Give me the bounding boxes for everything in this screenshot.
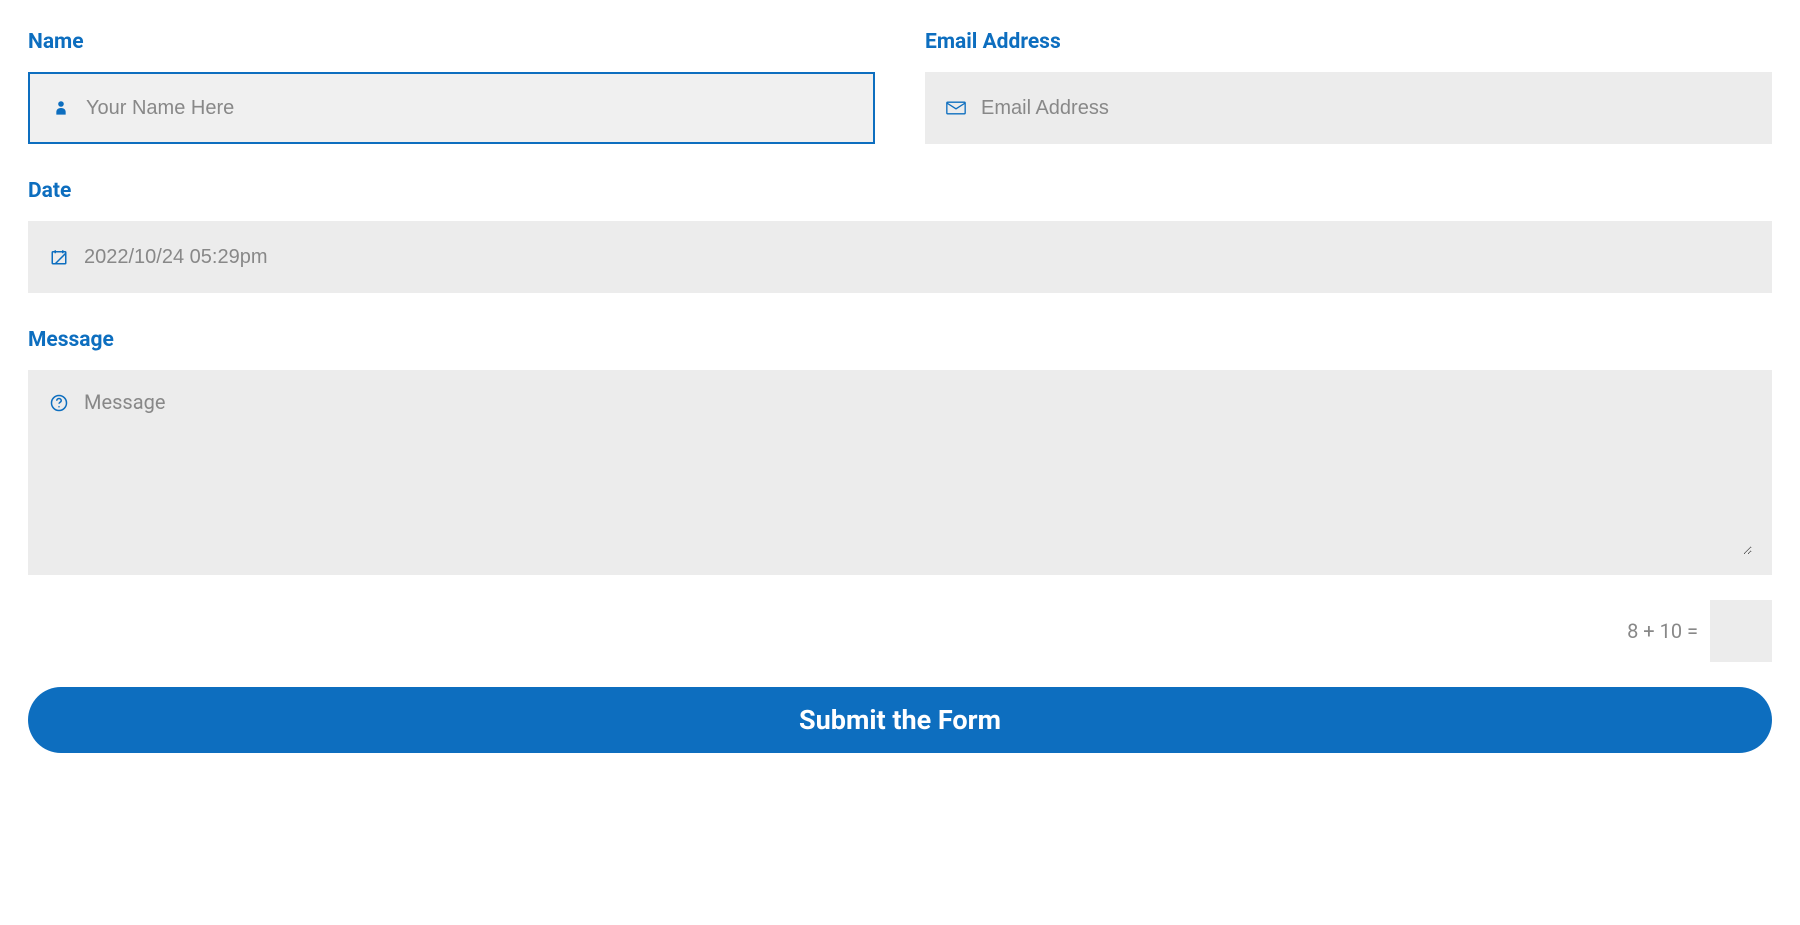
submit-button[interactable]: Submit the Form [28, 687, 1772, 753]
calendar-icon [48, 246, 70, 268]
person-icon [50, 97, 72, 119]
date-input[interactable] [84, 221, 1752, 293]
email-label: Email Address [925, 30, 1772, 54]
message-textarea[interactable] [84, 390, 1752, 555]
name-input[interactable] [86, 74, 853, 142]
row-message: Message [28, 328, 1772, 575]
email-input-wrapper [925, 72, 1772, 144]
message-textarea-wrapper [28, 370, 1772, 575]
captcha-input[interactable] [1710, 600, 1772, 662]
captcha-question: 8 + 10 = [1627, 619, 1698, 643]
contact-form: Name Email Address [28, 30, 1772, 753]
message-field-group: Message [28, 328, 1772, 575]
email-input[interactable] [981, 72, 1752, 144]
envelope-icon [945, 97, 967, 119]
message-label: Message [28, 328, 1772, 352]
date-input-wrapper [28, 221, 1772, 293]
name-field-group: Name [28, 30, 875, 144]
question-circle-icon [48, 392, 70, 414]
date-label: Date [28, 179, 1772, 203]
email-field-group: Email Address [925, 30, 1772, 144]
row-name-email: Name Email Address [28, 30, 1772, 144]
date-field-group: Date [28, 179, 1772, 293]
row-date: Date [28, 179, 1772, 293]
captcha-row: 8 + 10 = [28, 600, 1772, 662]
name-label: Name [28, 30, 875, 54]
name-input-wrapper [28, 72, 875, 144]
